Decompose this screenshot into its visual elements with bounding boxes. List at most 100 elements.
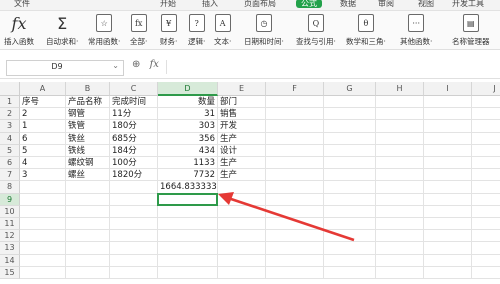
- cell-G1[interactable]: [324, 96, 376, 109]
- cell-I7[interactable]: [424, 169, 472, 182]
- cell-A2[interactable]: 2: [20, 108, 66, 121]
- cell-J15[interactable]: [472, 267, 500, 279]
- ribbon-button-11[interactable]: ▤ 名称管理器: [452, 13, 490, 47]
- cell-B14[interactable]: [66, 254, 110, 267]
- cell-J8[interactable]: [472, 181, 500, 194]
- cell-A10[interactable]: [20, 205, 66, 218]
- row-header-1[interactable]: 1: [0, 96, 20, 109]
- cell-H11[interactable]: [376, 218, 424, 231]
- cell-J4[interactable]: [472, 133, 500, 145]
- cell-E11[interactable]: [218, 218, 266, 231]
- cell-D3[interactable]: 303: [158, 120, 218, 133]
- row-header-10[interactable]: 10: [0, 205, 20, 218]
- cell-F3[interactable]: [266, 120, 324, 133]
- formula-input[interactable]: [166, 60, 497, 74]
- cell-J5[interactable]: [472, 145, 500, 157]
- cell-G4[interactable]: [324, 132, 376, 145]
- menu-item-6[interactable]: 审阅: [378, 0, 394, 9]
- cell-B10[interactable]: [66, 205, 110, 218]
- zoom-icon[interactable]: ⊕: [132, 59, 140, 70]
- cell-D1[interactable]: 数量: [158, 96, 218, 109]
- menu-item-3[interactable]: 页面布局: [244, 0, 276, 9]
- menu-item-8[interactable]: 开发工具: [452, 0, 484, 9]
- cell-G10[interactable]: [324, 205, 376, 218]
- cell-G15[interactable]: [324, 266, 376, 279]
- cell-I1[interactable]: [424, 96, 472, 109]
- cell-D4[interactable]: 356: [158, 132, 218, 145]
- cell-C6[interactable]: 100分: [110, 157, 158, 170]
- cell-F5[interactable]: [266, 144, 324, 157]
- cell-B11[interactable]: [66, 218, 110, 231]
- cell-E10[interactable]: [218, 205, 266, 218]
- cell-G9[interactable]: [324, 193, 376, 206]
- cell-E7[interactable]: 生产: [218, 169, 266, 182]
- cell-H7[interactable]: [376, 169, 424, 182]
- menu-item-1[interactable]: 开始: [160, 0, 176, 9]
- cell-E3[interactable]: 开发: [218, 120, 266, 133]
- cell-A11[interactable]: [20, 218, 66, 231]
- cell-C9[interactable]: [110, 193, 158, 206]
- cell-F11[interactable]: [266, 218, 324, 231]
- cell-B13[interactable]: [66, 242, 110, 255]
- cell-J14[interactable]: [472, 255, 500, 267]
- cell-B2[interactable]: 钢管: [66, 108, 110, 121]
- row-header-7[interactable]: 7: [0, 169, 20, 182]
- cell-I15[interactable]: [424, 266, 472, 279]
- cell-A8[interactable]: [20, 181, 66, 194]
- column-header-H[interactable]: H: [376, 82, 424, 96]
- cell-F2[interactable]: [266, 108, 324, 121]
- cell-F8[interactable]: [266, 181, 324, 194]
- ribbon-button-6[interactable]: A 文本·: [214, 13, 231, 47]
- column-header-B[interactable]: B: [66, 82, 110, 96]
- cell-G8[interactable]: [324, 181, 376, 194]
- ribbon-button-1[interactable]: Σ 自动求和·: [46, 13, 78, 47]
- menu-item-4[interactable]: 公式: [296, 0, 322, 8]
- cell-E15[interactable]: [218, 266, 266, 279]
- cell-G13[interactable]: [324, 242, 376, 255]
- cell-D11[interactable]: [158, 218, 218, 231]
- cell-G7[interactable]: [324, 169, 376, 182]
- cell-E13[interactable]: [218, 242, 266, 255]
- cell-C7[interactable]: 1820分: [110, 169, 158, 182]
- select-all-corner[interactable]: [0, 82, 20, 96]
- cell-B4[interactable]: 铁丝: [66, 132, 110, 145]
- cell-B12[interactable]: [66, 230, 110, 243]
- cell-B1[interactable]: 产品名称: [66, 96, 110, 109]
- cell-H3[interactable]: [376, 120, 424, 133]
- cell-B9[interactable]: [66, 193, 110, 206]
- menu-item-2[interactable]: 插入: [202, 0, 218, 9]
- cell-C11[interactable]: [110, 218, 158, 231]
- cell-F14[interactable]: [266, 254, 324, 267]
- cell-D7[interactable]: 7732: [158, 169, 218, 182]
- ribbon-button-4[interactable]: ¥ 财务·: [160, 13, 177, 47]
- ribbon-button-5[interactable]: ? 逻辑·: [188, 13, 205, 47]
- cell-B7[interactable]: 螺丝: [66, 169, 110, 182]
- cell-H1[interactable]: [376, 96, 424, 109]
- cell-G3[interactable]: [324, 120, 376, 133]
- cell-A6[interactable]: 4: [20, 157, 66, 170]
- cell-A3[interactable]: 1: [20, 120, 66, 133]
- cell-E4[interactable]: 生产: [218, 132, 266, 145]
- ribbon-button-9[interactable]: θ 数学和三角·: [346, 13, 386, 47]
- cell-J10[interactable]: [472, 206, 500, 218]
- cell-H8[interactable]: [376, 181, 424, 194]
- column-header-F[interactable]: F: [266, 82, 324, 96]
- cell-E9[interactable]: [218, 193, 266, 206]
- cell-J2[interactable]: [472, 108, 500, 121]
- cell-C3[interactable]: 180分: [110, 120, 158, 133]
- ribbon-button-0[interactable]: fx 插入函数: [4, 13, 34, 47]
- cell-D15[interactable]: [158, 266, 218, 279]
- chevron-down-icon[interactable]: ⌄: [112, 61, 119, 70]
- cell-C5[interactable]: 184分: [110, 144, 158, 157]
- cell-I6[interactable]: [424, 157, 472, 170]
- column-header-G[interactable]: G: [324, 82, 376, 96]
- cell-A15[interactable]: [20, 266, 66, 279]
- cell-H15[interactable]: [376, 266, 424, 279]
- cell-E14[interactable]: [218, 254, 266, 267]
- row-header-9[interactable]: 9: [0, 193, 20, 206]
- cell-B6[interactable]: 螺纹钢: [66, 157, 110, 170]
- cell-C4[interactable]: 685分: [110, 132, 158, 145]
- cell-A1[interactable]: 序号: [20, 96, 66, 109]
- row-header-2[interactable]: 2: [0, 108, 20, 121]
- cell-E6[interactable]: 生产: [218, 157, 266, 170]
